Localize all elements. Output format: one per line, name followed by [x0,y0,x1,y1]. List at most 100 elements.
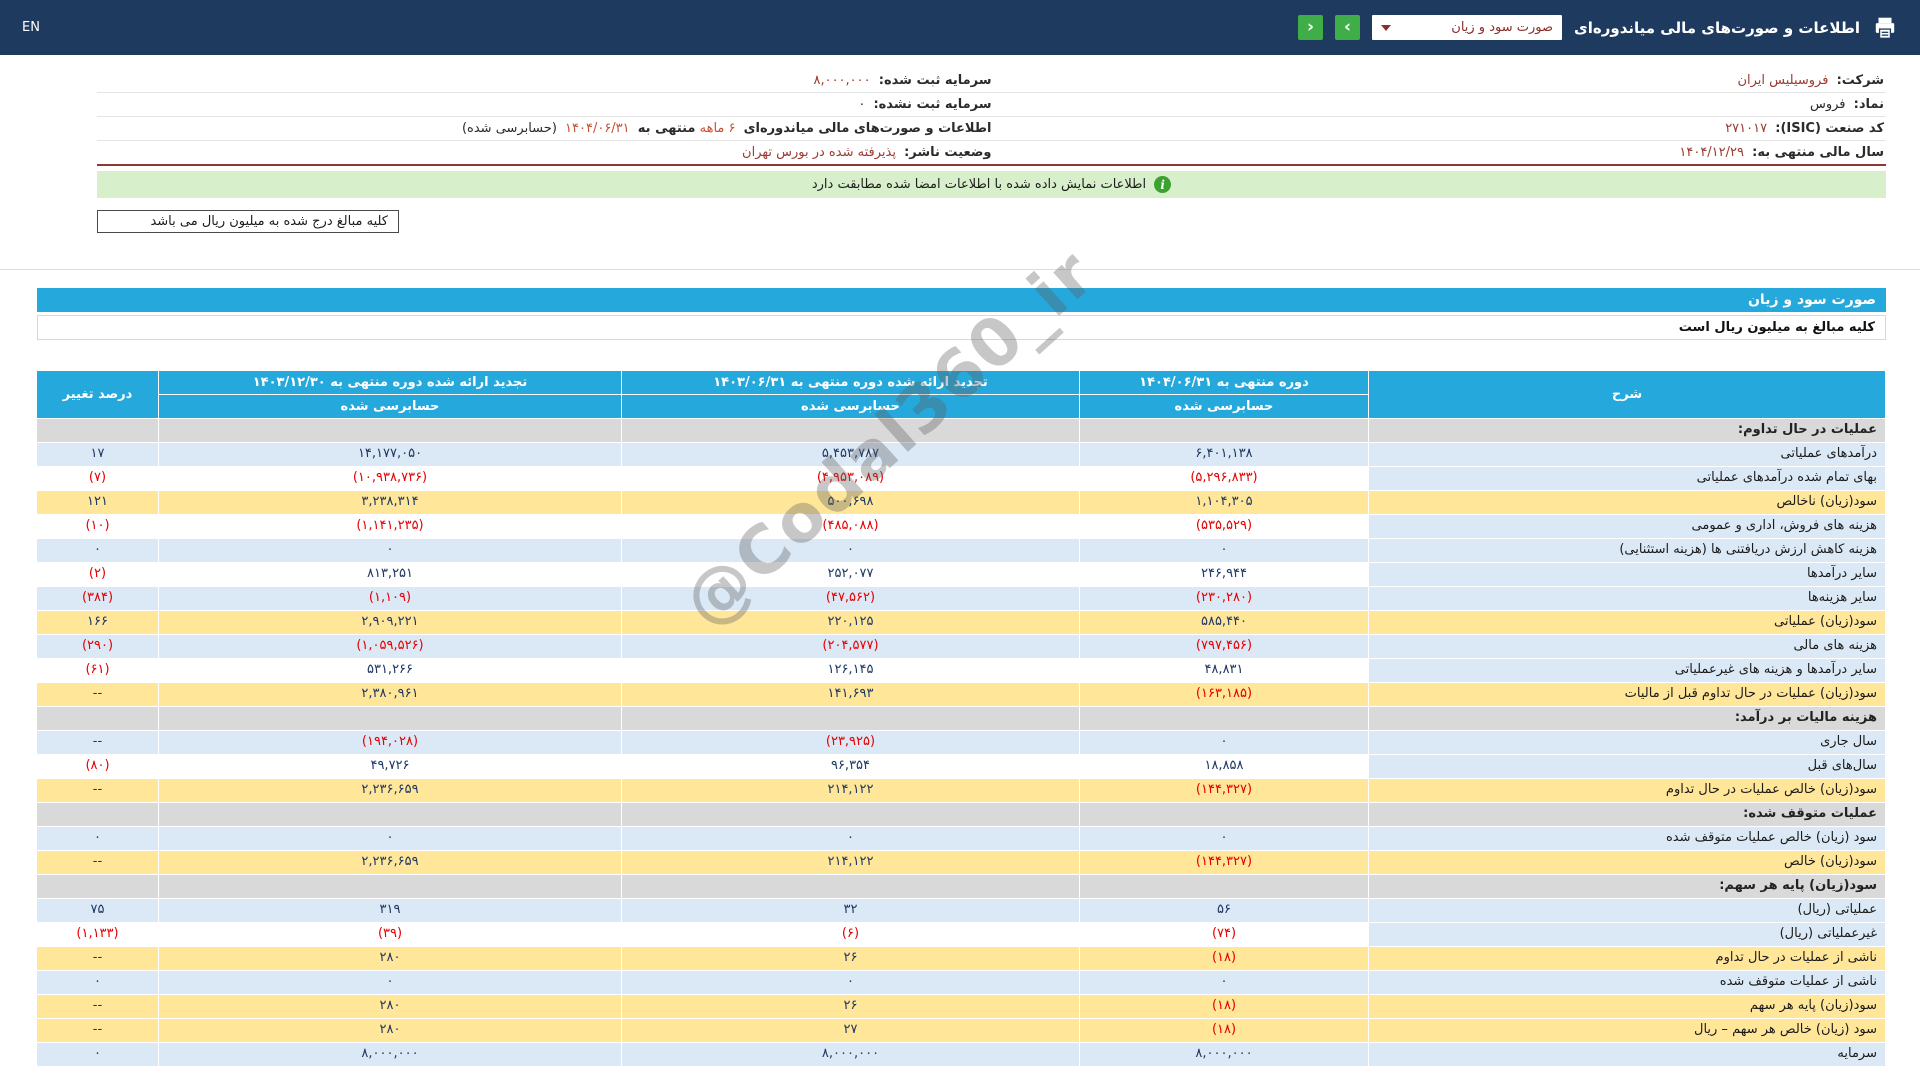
income-statement-table: شرح دوره منتهی به ۱۴۰۴/۰۶/۳۱ تجدید ارائه… [36,370,1886,1067]
value-cell: ۰ [159,971,622,995]
table-row: هزینه های فروش، اداری و عمومی(۵۳۵,۵۲۹)(۴… [37,515,1886,539]
language-toggle[interactable]: EN [22,20,40,35]
table-row: سود(زیان) عملیاتی۵۸۵,۴۴۰۲۲۰,۱۲۵۲,۹۰۹,۲۲۱… [37,611,1886,635]
change-cell: ۰ [37,539,159,563]
change-cell [37,875,159,899]
info-row: سال مالی منتهی به: ۱۴۰۴/۱۲/۲۹ وضعیت ناشر… [97,141,1886,164]
value-cell: ۸,۰۰۰,۰۰۰ [159,1043,622,1067]
value-cell: ۳۲ [622,899,1080,923]
value-cell: (۳۹) [159,923,622,947]
table-row: غیرعملیاتی (ریال)(۷۴)(۶)(۳۹)(۱,۱۳۳) [37,923,1886,947]
field-label: اطلاعات و صورت‌های مالی میاندوره‌ای [744,121,992,136]
value-cell [1080,803,1369,827]
info-row: شرکت: فروسیلیس ایران سرمایه ثبت شده: ۸,۰… [97,69,1886,93]
value-cell: (۴۷,۵۶۲) [622,587,1080,611]
row-label: عملیات متوقف شده: [1369,803,1886,827]
value-cell: ۲,۲۳۶,۶۵۹ [159,851,622,875]
change-cell: (۲) [37,563,159,587]
change-cell: -- [37,947,159,971]
change-cell: ۰ [37,971,159,995]
col-header-period-restated-mid: تجدید ارائه شده دوره منتهی به ۱۴۰۳/۰۶/۳۱ [622,371,1080,395]
col-header-period-restated-annual: تجدید ارائه شده دوره منتهی به ۱۴۰۳/۱۲/۳۰ [159,371,622,395]
value-cell: ۲,۹۰۹,۲۲۱ [159,611,622,635]
row-label: سود(زیان) عملیاتی [1369,611,1886,635]
table-row: سایر درآمدها۲۴۶,۹۴۴۲۵۲,۰۷۷۸۱۳,۲۵۱(۲) [37,563,1886,587]
value-cell [159,707,622,731]
field-label: کد صنعت (ISIC): [1775,121,1884,136]
table-wrap: شرح دوره منتهی به ۱۴۰۴/۰۶/۳۱ تجدید ارائه… [37,370,1886,1067]
row-label: سود(زیان) خالص عملیات در حال تداوم [1369,779,1886,803]
value-cell: ۲۱۴,۱۲۲ [622,851,1080,875]
issuer-status-field: وضعیت ناشر: پذیرفته شده در بورس تهران [99,144,992,161]
fiscal-year-field: سال مالی منتهی به: ۱۴۰۴/۱۲/۲۹ [992,144,1885,161]
value-cell: ۰ [1080,731,1369,755]
info-row: نماد: فروس سرمایه ثبت نشده: ۰ [97,93,1886,117]
field-label: سال مالی منتهی به: [1752,145,1884,160]
table-row: سود(زیان) عملیات در حال تداوم قبل از مال… [37,683,1886,707]
change-cell: (۶۱) [37,659,159,683]
statement-select[interactable]: صورت سود و زیان [1372,15,1562,40]
notice-text: اطلاعات نمایش داده شده با اطلاعات امضا ش… [812,177,1146,192]
value-cell: ۲۸۰ [159,995,622,1019]
table-row: ناشی از عملیات متوقف شده۰۰۰۰ [37,971,1886,995]
value-cell: (۱,۱۰۹) [159,587,622,611]
field-value: ۲۷۱۰۱۷ [1725,121,1767,136]
change-cell: -- [37,1019,159,1043]
field-value: فروس [1810,97,1846,112]
value-cell: ۲۷ [622,1019,1080,1043]
field-label: نماد: [1854,97,1884,112]
value-cell: (۱۹۴,۰۲۸) [159,731,622,755]
content-divider [0,269,1920,270]
field-value: ۱۴۰۴/۱۲/۲۹ [1679,145,1744,160]
value-cell: ۲۲۰,۱۲۵ [622,611,1080,635]
table-row: سرمایه۸,۰۰۰,۰۰۰۸,۰۰۰,۰۰۰۸,۰۰۰,۰۰۰۰ [37,1043,1886,1067]
change-cell: -- [37,995,159,1019]
value-cell: ۲۵۲,۰۷۷ [622,563,1080,587]
prev-statement-button[interactable]: ‹ [1335,15,1360,40]
table-row: سود(زیان) خالص عملیات در حال تداوم(۱۴۴,۳… [37,779,1886,803]
section-row: هزینه مالیات بر درآمد: [37,707,1886,731]
row-label: هزینه کاهش ارزش دریافتنی ها (هزینه استثن… [1369,539,1886,563]
change-cell: -- [37,731,159,755]
topbar-controls: اطلاعات و صورت‌های مالی میاندوره‌ای صورت… [1298,15,1898,41]
change-cell: (۳۸۴) [37,587,159,611]
row-label: هزینه های فروش، اداری و عمومی [1369,515,1886,539]
value-cell [1080,875,1369,899]
value-cell: ۱۲۶,۱۴۵ [622,659,1080,683]
row-label: سود (زیان) خالص هر سهم – ریال [1369,1019,1886,1043]
signature-notice: i اطلاعات نمایش داده شده با اطلاعات امضا… [97,171,1886,198]
value-cell: (۷۴) [1080,923,1369,947]
field-value: (حسابرسی شده) [462,121,557,136]
change-cell: (۱,۱۳۳) [37,923,159,947]
value-cell: ۲,۳۸۰,۹۶۱ [159,683,622,707]
change-cell: ۰ [37,827,159,851]
print-icon[interactable] [1872,15,1898,41]
table-row: هزینه های مالی(۷۹۷,۴۵۶)(۲۰۴,۵۷۷)(۱,۰۵۹,۵… [37,635,1886,659]
value-cell: ۲۸۰ [159,947,622,971]
info-icon: i [1154,176,1171,193]
value-cell: (۱۸) [1080,995,1369,1019]
value-cell: (۴۸۵,۰۸۸) [622,515,1080,539]
field-value: ۸,۰۰۰,۰۰۰ [813,73,870,88]
value-cell: (۱,۰۵۹,۵۲۶) [159,635,622,659]
value-cell [159,803,622,827]
value-cell: ۲,۲۳۶,۶۵۹ [159,779,622,803]
row-label: سود(زیان) خالص [1369,851,1886,875]
value-cell: ۲۱۴,۱۲۲ [622,779,1080,803]
value-cell [622,875,1080,899]
page: { "topbar": { "title": "اطلاعات و صورت‌ه… [0,0,1920,1080]
value-cell: ۰ [159,827,622,851]
change-cell: (۱۰) [37,515,159,539]
row-label: سال جاری [1369,731,1886,755]
value-cell [622,803,1080,827]
statement-select-value: صورت سود و زیان [1451,20,1553,35]
value-cell: (۱۸) [1080,947,1369,971]
value-cell: ۱۴,۱۷۷,۰۵۰ [159,443,622,467]
next-statement-button[interactable]: › [1298,15,1323,40]
field-value: پذیرفته شده در بورس تهران [742,145,896,160]
row-label: عملیاتی (ریال) [1369,899,1886,923]
change-cell: (۲۹۰) [37,635,159,659]
row-label: هزینه مالیات بر درآمد: [1369,707,1886,731]
value-cell: ۰ [1080,539,1369,563]
value-cell: (۱۰,۹۳۸,۷۳۶) [159,467,622,491]
